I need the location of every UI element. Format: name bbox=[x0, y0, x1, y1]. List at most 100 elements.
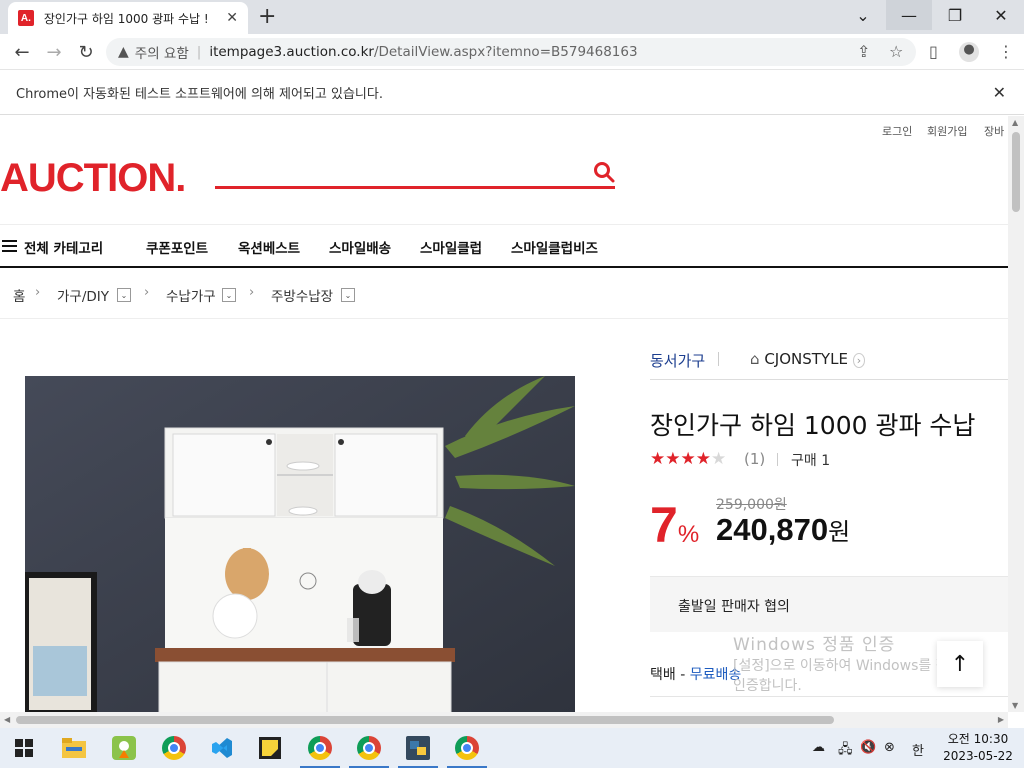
chevron-right-circle-icon: › bbox=[852, 353, 866, 368]
python-app-icon[interactable] bbox=[398, 734, 438, 768]
breadcrumb: 홈 › 가구/DIY ⌄ › 수납가구 ⌄ › 주방수납장 ⌄ bbox=[0, 271, 1008, 319]
side-panel-icon[interactable]: ▯ bbox=[929, 42, 938, 61]
clock-time: 오전 10:30 bbox=[947, 732, 1009, 746]
chevron-right-icon: › bbox=[144, 285, 150, 300]
share-icon[interactable]: ⇪ bbox=[857, 42, 870, 61]
star-filled-icon: ★ bbox=[680, 449, 696, 469]
infobar-close-icon[interactable]: ✕ bbox=[993, 83, 1006, 102]
shipping-info-box: 출발일 판매자 협의 bbox=[650, 576, 1008, 632]
close-window-button[interactable]: ✕ bbox=[978, 0, 1024, 30]
taskbar-clock[interactable]: 오전 10:30 2023-05-22 bbox=[938, 731, 1018, 765]
tab-strip: A. 장인가구 하임 1000 광파 수납 ! ✕ + ⌄ — ❐ ✕ bbox=[0, 0, 1024, 34]
auction-favicon-icon: A. bbox=[18, 10, 34, 26]
star-empty-icon: ★ bbox=[711, 449, 727, 469]
ship-date-text: 출발일 판매자 협의 bbox=[678, 599, 790, 615]
tab-close-icon[interactable]: ✕ bbox=[226, 10, 238, 26]
purchase-count: 구매 1 bbox=[791, 453, 831, 469]
notification-off-icon[interactable]: ⊗ bbox=[884, 740, 895, 755]
vertical-scrollbar[interactable]: ▲ ▼ bbox=[1008, 116, 1024, 712]
seller-info: 동서가구 ⌂ CJONSTYLE › bbox=[650, 350, 866, 371]
scroll-top-button[interactable]: ↑ bbox=[937, 641, 983, 687]
delivery-info: 택배 - 무료배송 bbox=[650, 664, 741, 684]
sticky-notes-icon[interactable] bbox=[256, 734, 284, 762]
browser-tab[interactable]: A. 장인가구 하임 1000 광파 수납 ! ✕ bbox=[8, 2, 248, 34]
search-input[interactable] bbox=[215, 186, 615, 189]
store-name: CJONSTYLE bbox=[764, 350, 848, 368]
star-filled-icon: ★ bbox=[665, 449, 681, 469]
infobar-text: Chrome이 자동화된 테스트 소프트웨어에 의해 제어되고 있습니다. bbox=[16, 87, 383, 102]
tab-search-chevron-icon[interactable]: ⌄ bbox=[840, 0, 886, 30]
ethernet-icon[interactable]: 🖧 bbox=[838, 740, 853, 762]
chrome-icon[interactable] bbox=[447, 734, 487, 768]
chevron-right-icon: › bbox=[249, 285, 255, 300]
restore-button[interactable]: ❐ bbox=[932, 0, 978, 30]
new-tab-button[interactable]: + bbox=[258, 4, 276, 29]
dropdown-icon[interactable]: ⌄ bbox=[341, 288, 355, 302]
windows-taskbar: ☁ 🖧 🔇 ⊗ 한 오전 10:30 2023-05-22 bbox=[0, 728, 1024, 768]
global-nav: 전체 카테고리 쿠폰포인트 옥션베스트 스마일배송 스마일클럽 스마일클럽비즈 bbox=[0, 224, 1008, 268]
all-categories-button[interactable]: 전체 카테고리 bbox=[24, 237, 103, 257]
discount-rate: 7% bbox=[650, 497, 700, 553]
vscode-icon[interactable] bbox=[208, 734, 236, 762]
login-link[interactable]: 로그인 bbox=[882, 123, 912, 139]
profile-avatar-icon[interactable]: ● bbox=[959, 42, 979, 62]
address-bar[interactable]: ▲ 주의 요함 | itempage3.auction.co.kr/Detail… bbox=[106, 38, 916, 66]
back-button[interactable]: ← bbox=[10, 40, 34, 64]
search-icon[interactable] bbox=[592, 160, 616, 184]
chrome-icon[interactable] bbox=[349, 734, 389, 768]
browser-toolbar: ← → ↻ ▲ 주의 요함 | itempage3.auction.co.kr /… bbox=[0, 34, 1024, 70]
dropdown-icon[interactable]: ⌄ bbox=[222, 288, 236, 302]
auction-logo[interactable]: AUCTION. bbox=[0, 156, 186, 201]
activation-watermark-line1: [설정]으로 이동하여 Windows를 정품 bbox=[733, 658, 962, 674]
volume-muted-icon[interactable]: 🔇 bbox=[860, 740, 876, 755]
tab-title: 장인가구 하임 1000 광파 수납 ! bbox=[43, 11, 209, 26]
breadcrumb-item[interactable]: 주방수납장 bbox=[271, 285, 333, 305]
chevron-right-icon: › bbox=[35, 285, 41, 300]
page-viewport: 로그인 회원가입 장바 AUCTION. 전체 카테고리 쿠폰포인트 옥션베스트… bbox=[0, 116, 1008, 712]
url-path: /DetailView.aspx?itemno=B579468163 bbox=[373, 44, 638, 60]
automation-infobar: Chrome이 자동화된 테스트 소프트웨어에 의해 제어되고 있습니다. ✕ bbox=[0, 71, 1024, 115]
reload-button[interactable]: ↻ bbox=[74, 40, 98, 64]
gnb-item-coupon[interactable]: 쿠폰포인트 bbox=[146, 237, 208, 257]
dropdown-icon[interactable]: ⌄ bbox=[117, 288, 131, 302]
chrome-icon[interactable] bbox=[300, 734, 340, 768]
breadcrumb-item[interactable]: 가구/DIY bbox=[57, 285, 109, 305]
minimize-button[interactable]: — bbox=[886, 0, 932, 30]
forward-button[interactable]: → bbox=[42, 40, 66, 64]
signup-link[interactable]: 회원가입 bbox=[927, 123, 967, 139]
star-filled-icon: ★ bbox=[650, 449, 666, 469]
star-filled-icon: ★ bbox=[695, 449, 711, 469]
breadcrumb-item[interactable]: 수납가구 bbox=[166, 285, 216, 305]
product-image[interactable] bbox=[25, 376, 575, 712]
file-explorer-icon[interactable] bbox=[60, 734, 88, 762]
arrow-up-icon: ↑ bbox=[950, 651, 970, 677]
clock-date: 2023-05-22 bbox=[943, 749, 1013, 763]
cart-link[interactable]: 장바 bbox=[984, 123, 1004, 139]
bookmark-star-icon[interactable]: ☆ bbox=[889, 42, 903, 61]
rating-stars[interactable]: ★★★★★ bbox=[650, 449, 726, 469]
url-host: itempage3.auction.co.kr bbox=[209, 44, 374, 60]
gnb-item-best[interactable]: 옥션베스트 bbox=[238, 237, 300, 257]
security-label[interactable]: 주의 요함 bbox=[135, 42, 189, 62]
network-icon[interactable]: ☁ bbox=[812, 740, 825, 755]
chrome-icon[interactable] bbox=[160, 734, 188, 762]
delivery-label: 택배 - bbox=[650, 667, 690, 683]
hamburger-icon[interactable] bbox=[2, 240, 17, 252]
gnb-item-smile-delivery[interactable]: 스마일배송 bbox=[329, 237, 391, 257]
gnb-item-smile-club-biz[interactable]: 스마일클럽비즈 bbox=[511, 237, 598, 257]
ime-indicator[interactable]: 한 bbox=[912, 740, 924, 759]
horizontal-scrollbar[interactable]: ◀ ▶ bbox=[0, 712, 1008, 728]
store-link[interactable]: ⌂ CJONSTYLE › bbox=[750, 350, 866, 368]
product-title: 장인가구 하임 1000 광파 수납 bbox=[650, 411, 976, 440]
maps-app-icon[interactable] bbox=[110, 734, 138, 762]
review-count[interactable]: (1) bbox=[744, 450, 765, 468]
breadcrumb-home[interactable]: 홈 bbox=[13, 285, 25, 305]
gnb-item-smile-club[interactable]: 스마일클럽 bbox=[420, 237, 482, 257]
windows-start-icon[interactable] bbox=[10, 734, 38, 762]
activation-watermark-title: Windows 정품 인증 bbox=[733, 635, 896, 655]
warning-icon[interactable]: ▲ bbox=[118, 44, 129, 60]
original-price: 259,000원 bbox=[716, 497, 787, 513]
sale-price: 240,870원 bbox=[716, 512, 851, 547]
menu-kebab-icon[interactable]: ⋮ bbox=[998, 42, 1014, 61]
brand-link[interactable]: 동서가구 bbox=[650, 352, 705, 370]
